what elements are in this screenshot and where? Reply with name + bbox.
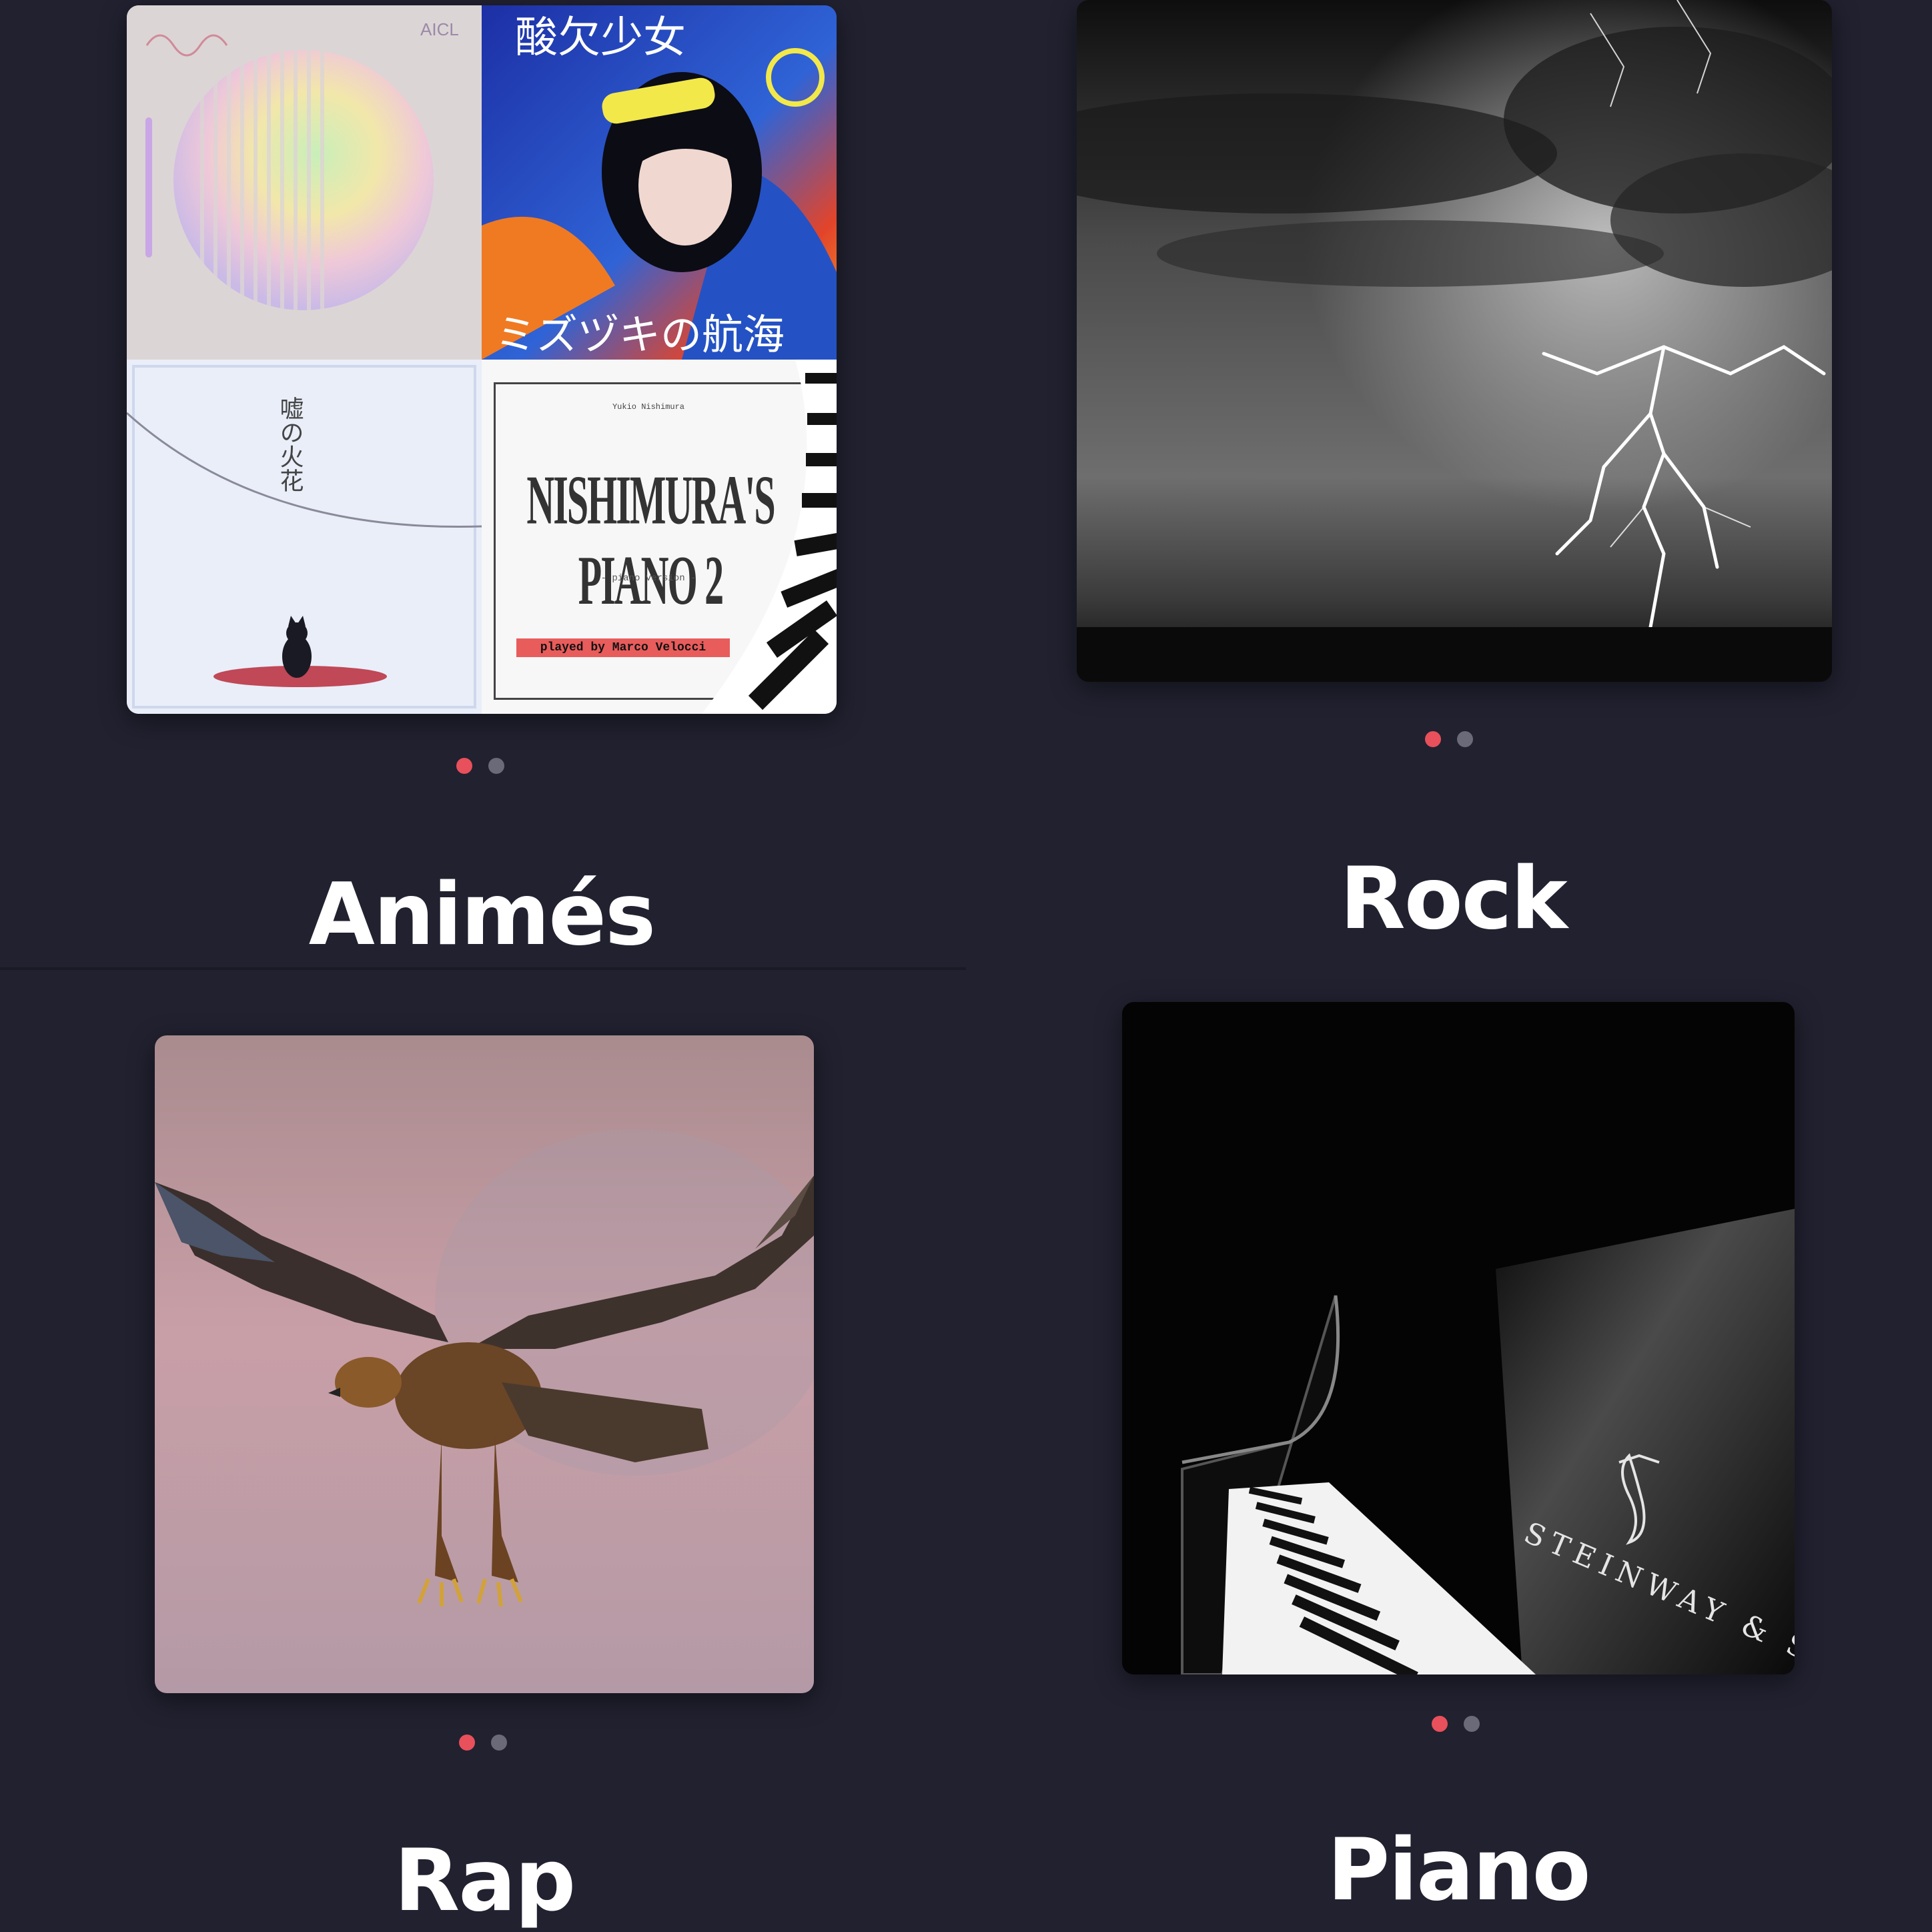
carousel-pagination[interactable] [1425, 731, 1473, 747]
cover-art-eagle[interactable] [155, 1035, 814, 1693]
piano-keys-graphic [702, 360, 837, 714]
cover-art-lightning-storm[interactable] [1077, 0, 1832, 682]
carousel-pagination[interactable] [1432, 1716, 1480, 1732]
genre-title[interactable]: Rock [1153, 857, 1753, 942]
tile-anime-subtitle: ミズヅキの航海 [495, 310, 785, 359]
album-tile-cat: 嘘の火花 [127, 360, 482, 714]
pagination-dot[interactable] [1457, 731, 1473, 747]
album-tile-pastel: AICL [127, 5, 482, 360]
album-tile-anime-girl: 酸欠少女 ミズヅキの航海 [482, 5, 837, 360]
album-tile-nishimura-piano: Yukio Nishimura NISHIMURA'S PIANO 2 - pi… [482, 360, 837, 714]
genre-grid: AICL 酸欠少女 ミズヅキの航海 嘘の火花 Yukio Nishimura N… [0, 0, 1932, 1932]
pagination-dot[interactable] [1464, 1716, 1480, 1732]
pagination-dot[interactable] [491, 1735, 507, 1751]
pagination-dot[interactable] [488, 758, 504, 774]
tile-anime-title: 酸欠少女 [515, 13, 686, 63]
tile-cat-title: 嘘の火花 [276, 396, 304, 492]
genre-title[interactable]: Animés [181, 873, 782, 958]
tile-pastel-label: AICL [420, 19, 459, 39]
carousel-pagination[interactable] [459, 1735, 507, 1751]
cover-art-grand-piano[interactable]: STEINWAY & SO [1122, 1002, 1795, 1674]
genre-title[interactable]: Rap [184, 1839, 785, 1924]
pagination-dot-active[interactable] [1432, 1716, 1448, 1732]
divider [0, 967, 966, 970]
cover-art-collage[interactable]: AICL 酸欠少女 ミズヅキの航海 嘘の火花 Yukio Nishimura N… [127, 5, 837, 714]
pagination-dot-active[interactable] [456, 758, 472, 774]
genre-title[interactable]: Piano [1158, 1828, 1759, 1913]
pagination-dot-active[interactable] [459, 1735, 475, 1751]
carousel-pagination[interactable] [456, 758, 504, 774]
pagination-dot-active[interactable] [1425, 731, 1441, 747]
